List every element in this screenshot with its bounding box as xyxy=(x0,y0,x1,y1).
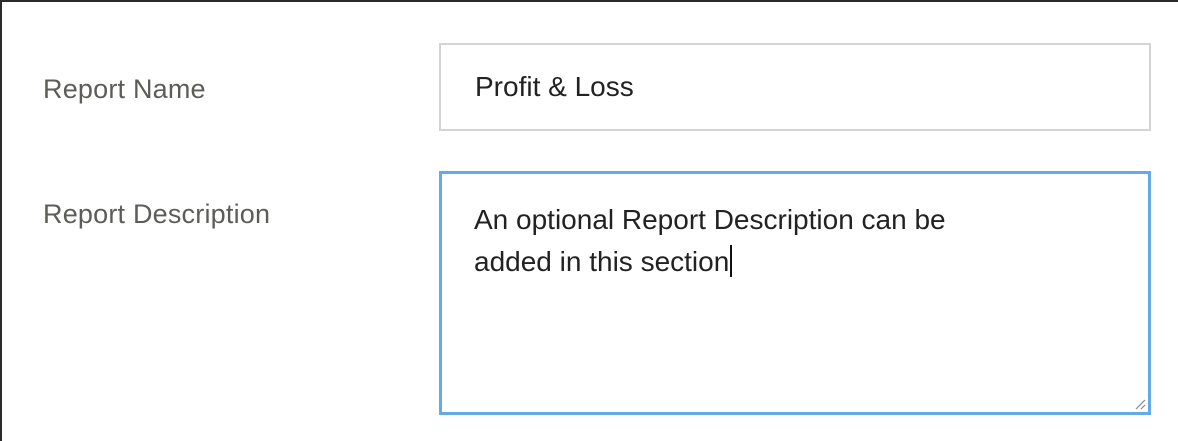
report-description-text: An optional Report Description can be ad… xyxy=(474,199,1114,283)
report-name-label: Report Name xyxy=(43,74,206,104)
report-name-input[interactable] xyxy=(439,43,1151,131)
report-description-label: Report Description xyxy=(43,199,271,229)
report-description-line-1: An optional Report Description can be xyxy=(474,204,946,235)
report-description-line-2-text: added in this section xyxy=(474,246,730,277)
report-form-panel: Report Name Report Description An option… xyxy=(0,0,1178,441)
report-description-textarea[interactable]: An optional Report Description can be ad… xyxy=(439,171,1151,415)
text-cursor xyxy=(730,245,733,277)
resize-grip-icon[interactable] xyxy=(1132,396,1146,410)
report-description-line-2: added in this section xyxy=(474,241,1114,283)
